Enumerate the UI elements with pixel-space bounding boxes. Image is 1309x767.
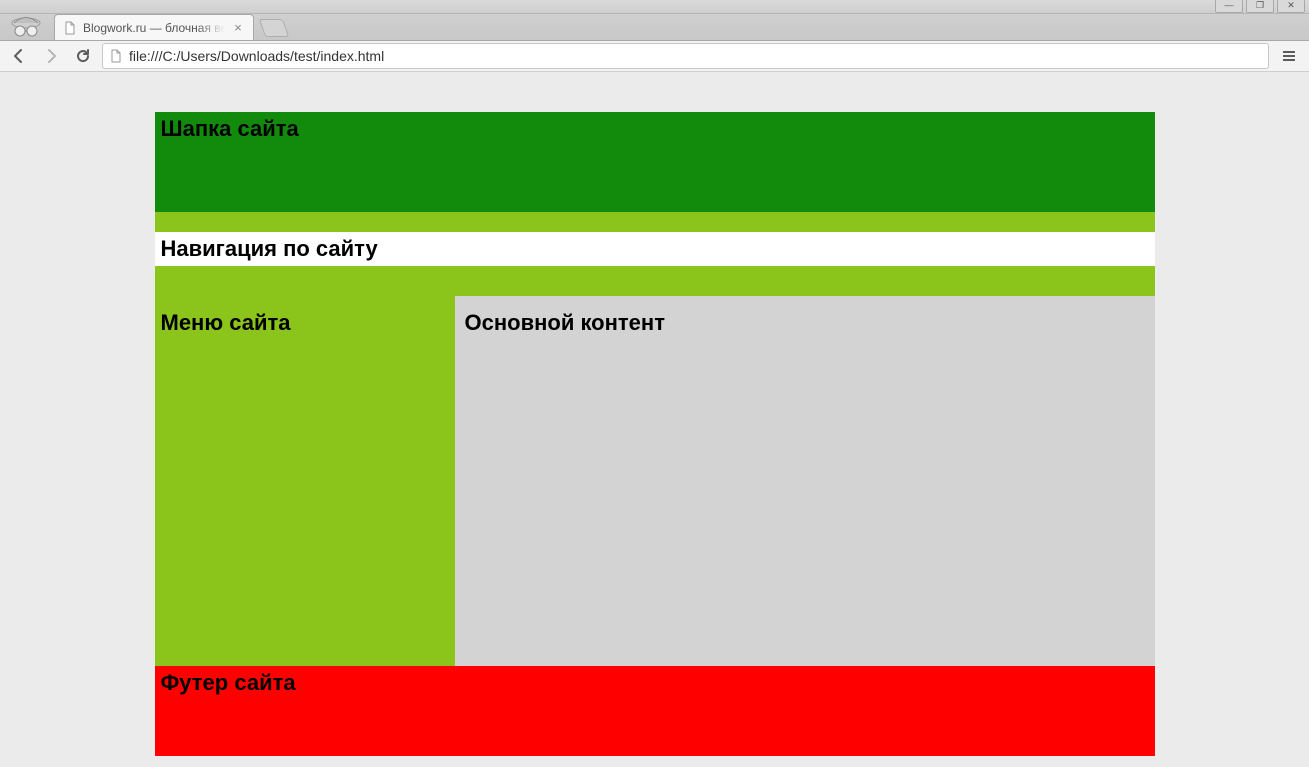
- address-bar[interactable]: [102, 43, 1269, 69]
- site-header-title: Шапка сайта: [161, 116, 1149, 142]
- window-controls: — ❐ ✕: [1211, 0, 1309, 13]
- site-nav-title: Навигация по сайту: [161, 236, 1149, 262]
- site-footer: Футер сайта: [155, 666, 1155, 756]
- page-icon: [109, 49, 123, 63]
- window-close-button[interactable]: ✕: [1277, 0, 1305, 13]
- site-content: Основной контент: [455, 296, 1155, 666]
- file-icon: [63, 21, 77, 35]
- spacer: [0, 756, 1309, 767]
- site-sidebar: Меню сайта: [155, 296, 455, 342]
- hamburger-menu-button[interactable]: [1275, 43, 1303, 69]
- back-button[interactable]: [6, 43, 32, 69]
- url-input[interactable]: [129, 48, 1262, 64]
- sidebar-title: Меню сайта: [161, 310, 449, 336]
- os-titlebar: — ❐ ✕: [0, 0, 1309, 14]
- tab-strip: Blogwork.ru — блочная вер ×: [0, 14, 1309, 41]
- tab-title: Blogwork.ru — блочная вер: [83, 21, 225, 35]
- site-header: Шапка сайта: [155, 112, 1155, 212]
- new-tab-button[interactable]: [259, 19, 290, 37]
- browser-toolbar: [0, 41, 1309, 72]
- page-viewport[interactable]: Шапка сайта Навигация по сайту Меню сайт…: [0, 72, 1309, 767]
- main-row: Меню сайта Основной контент: [155, 266, 1155, 666]
- tab-close-button[interactable]: ×: [231, 21, 245, 35]
- maximize-button[interactable]: ❐: [1246, 0, 1274, 13]
- reload-button[interactable]: [70, 43, 96, 69]
- page-container: Шапка сайта Навигация по сайту Меню сайт…: [155, 112, 1155, 756]
- minimize-button[interactable]: —: [1215, 0, 1243, 13]
- content-title: Основной контент: [465, 310, 1149, 336]
- incognito-icon: [6, 14, 46, 38]
- browser-tab[interactable]: Blogwork.ru — блочная вер ×: [54, 14, 254, 40]
- footer-title: Футер сайта: [161, 670, 1149, 696]
- browser-window: — ❐ ✕ Blogwork.ru — блочная вер ×: [0, 0, 1309, 767]
- site-navigation: Навигация по сайту: [155, 232, 1155, 266]
- forward-button[interactable]: [38, 43, 64, 69]
